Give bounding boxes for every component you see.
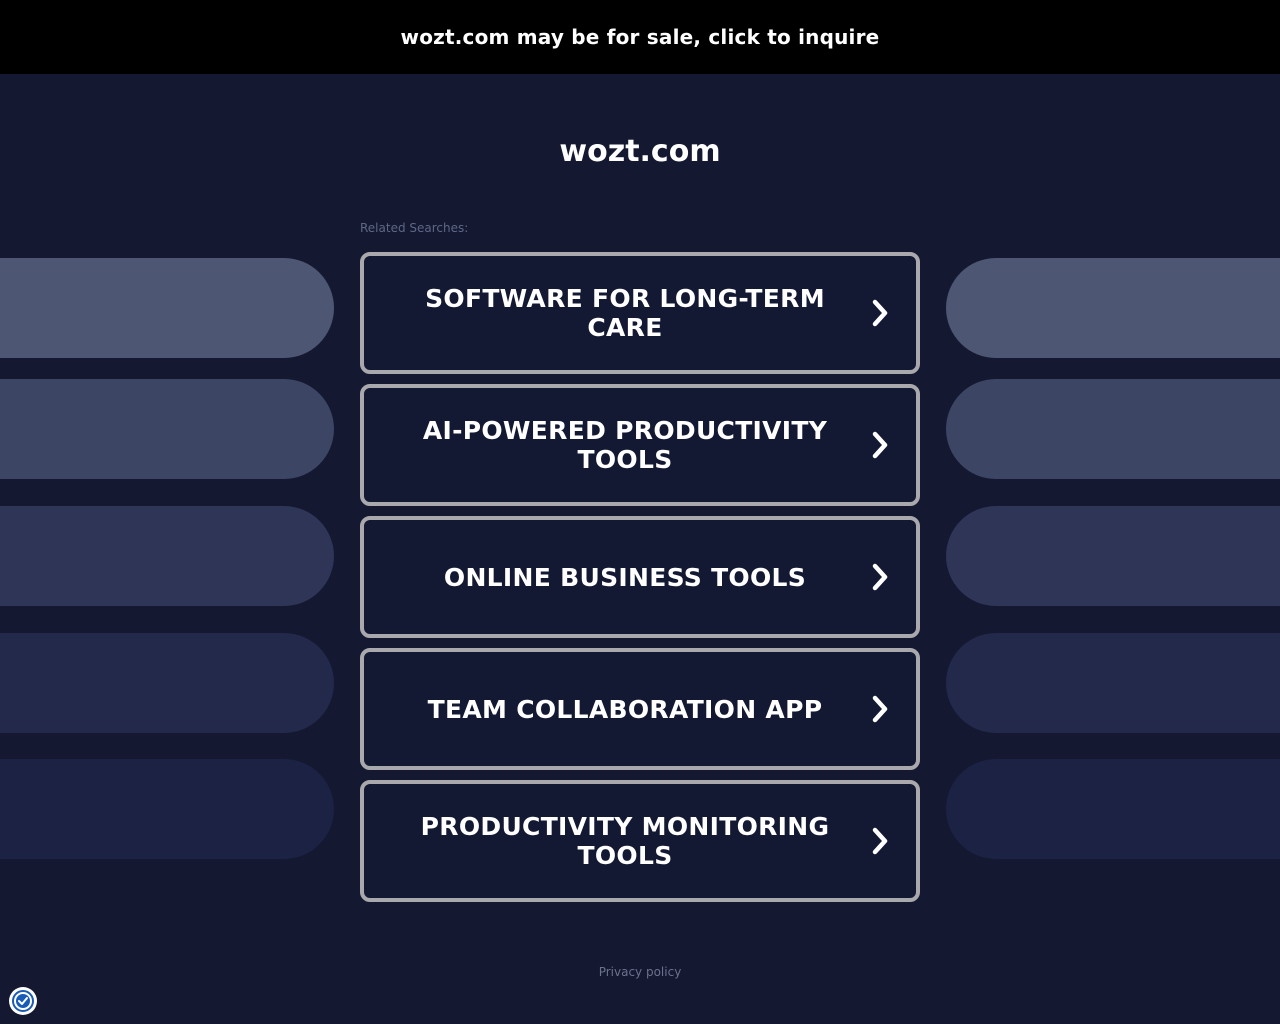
domain-title: wozt.com: [559, 134, 721, 169]
chevron-right-icon: [866, 824, 894, 858]
decor-pill-right-4: [946, 633, 1280, 733]
decor-pill-left-5: [0, 759, 334, 859]
decor-pill-left-2: [0, 379, 334, 479]
sale-banner-text: wozt.com may be for sale, click to inqui…: [400, 25, 880, 49]
related-search-label: ONLINE BUSINESS TOOLS: [443, 562, 807, 592]
footer: Privacy policy: [0, 964, 1280, 980]
chevron-right-icon: [866, 692, 894, 726]
decor-pill-left-4: [0, 633, 334, 733]
decor-pill-left-1: [0, 258, 334, 358]
related-search-link-3[interactable]: ONLINE BUSINESS TOOLS: [360, 516, 920, 638]
chevron-right-icon: [866, 296, 894, 330]
related-search-link-1[interactable]: SOFTWARE FOR LONG-TERM CARE: [360, 252, 920, 374]
related-searches-list: SOFTWARE FOR LONG-TERM CARE AI-POWERED P…: [360, 252, 920, 912]
decor-pill-right-3: [946, 506, 1280, 606]
related-search-label: SOFTWARE FOR LONG-TERM CARE: [425, 284, 825, 342]
related-search-link-2[interactable]: AI-POWERED PRODUCTIVITY TOOLS: [360, 384, 920, 506]
decor-pill-right-2: [946, 379, 1280, 479]
related-search-link-4[interactable]: TEAM COLLABORATION APP: [360, 648, 920, 770]
decor-pill-left-3: [0, 506, 334, 606]
chevron-right-icon: [866, 560, 894, 594]
related-search-label: AI-POWERED PRODUCTIVITY TOOLS: [422, 416, 828, 474]
chevron-right-icon: [866, 428, 894, 462]
sale-banner[interactable]: wozt.com may be for sale, click to inqui…: [0, 0, 1280, 74]
decor-pill-right-5: [946, 759, 1280, 859]
related-search-label: PRODUCTIVITY MONITORING TOOLS: [420, 812, 830, 870]
related-search-label: TEAM COLLABORATION APP: [427, 694, 823, 724]
related-searches-label: Related Searches:: [360, 221, 469, 235]
privacy-policy-link[interactable]: Privacy policy: [599, 965, 682, 979]
related-search-link-5[interactable]: PRODUCTIVITY MONITORING TOOLS: [360, 780, 920, 902]
decor-pill-right-1: [946, 258, 1280, 358]
shield-check-icon[interactable]: [9, 987, 37, 1015]
